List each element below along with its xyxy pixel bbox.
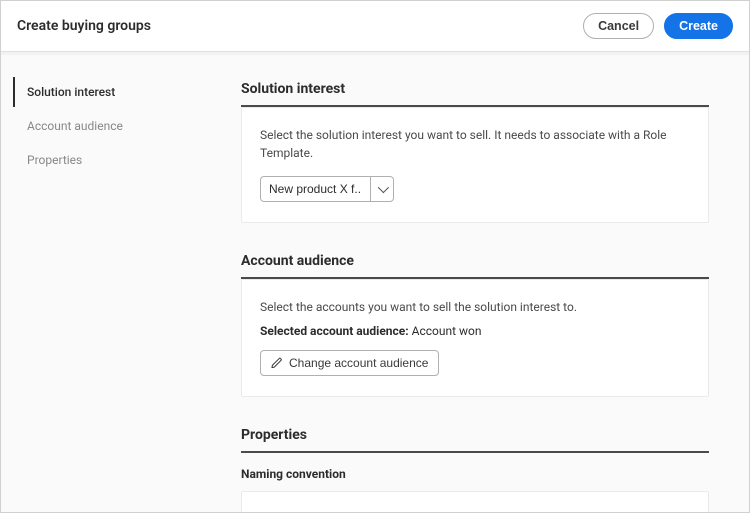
selected-account-audience: Selected account audience: Account won [260, 324, 690, 338]
change-account-audience-button[interactable]: Change account audience [260, 350, 439, 376]
body: Solution interest Account audience Prope… [1, 52, 749, 512]
header: Create buying groups Cancel Create [1, 1, 749, 52]
main: Solution interest Select the solution in… [171, 55, 749, 512]
page-title: Create buying groups [17, 18, 151, 34]
section-solution-interest: Solution interest Select the solution in… [241, 81, 709, 223]
account-audience-description: Select the accounts you want to sell the… [260, 298, 690, 316]
section-title-account-audience: Account audience [241, 253, 709, 279]
app-window: Create buying groups Cancel Create Solut… [0, 0, 750, 513]
pencil-icon [271, 357, 283, 369]
selected-account-audience-label: Selected account audience: [260, 324, 409, 338]
card-account-audience: Select the accounts you want to sell the… [241, 279, 709, 397]
solution-interest-select-toggle[interactable] [370, 176, 394, 202]
change-account-audience-label: Change account audience [289, 356, 428, 370]
sidebar: Solution interest Account audience Prope… [1, 55, 171, 512]
cancel-button[interactable]: Cancel [583, 13, 654, 39]
solution-interest-select-input[interactable] [260, 176, 370, 202]
section-title-properties: Properties [241, 427, 709, 453]
create-button[interactable]: Create [664, 13, 733, 39]
card-properties: Format [Solution interest] for [Account] [241, 491, 709, 512]
chevron-down-icon [378, 182, 389, 193]
format-label: Format [260, 510, 690, 512]
header-actions: Cancel Create [583, 13, 733, 39]
solution-interest-select[interactable] [260, 176, 394, 202]
solution-interest-description: Select the solution interest you want to… [260, 126, 690, 162]
sidebar-item-properties[interactable]: Properties [13, 145, 171, 175]
sidebar-item-solution-interest[interactable]: Solution interest [13, 77, 171, 107]
section-title-solution-interest: Solution interest [241, 81, 709, 107]
sidebar-item-account-audience[interactable]: Account audience [13, 111, 171, 141]
card-solution-interest: Select the solution interest you want to… [241, 107, 709, 223]
section-account-audience: Account audience Select the accounts you… [241, 253, 709, 397]
section-properties: Properties Naming convention Format [Sol… [241, 427, 709, 512]
selected-account-audience-value: Account won [412, 324, 482, 338]
naming-convention-title: Naming convention [241, 467, 709, 481]
